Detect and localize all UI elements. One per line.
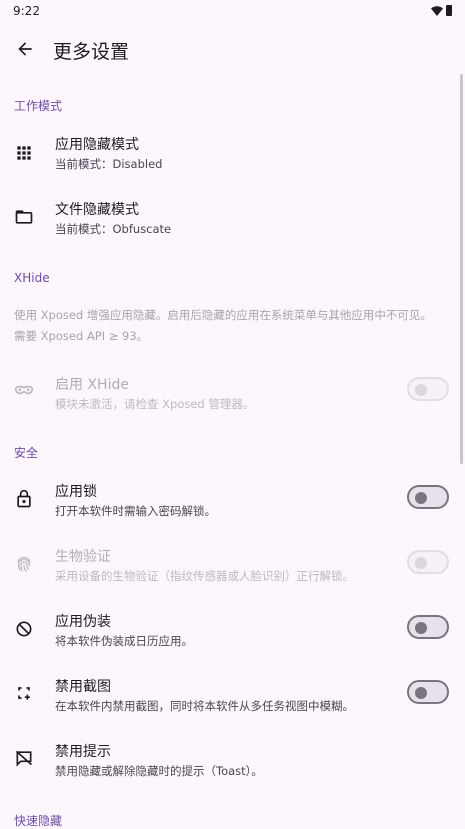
setting-title: 启用 XHide [55, 377, 129, 393]
switch-thumb [415, 622, 427, 634]
section-header-quick-hide: 快速隐藏 [14, 814, 63, 828]
folder-icon [14, 207, 34, 227]
setting-enable-xhide[interactable]: 启用 XHide 模块未激活，请检查 Xposed 管理器。 [0, 362, 465, 422]
visibility-off-icon [14, 619, 34, 639]
switch-thumb [415, 557, 427, 569]
xhide-description-line2: 需要 Xposed API ≥ 93。 [14, 329, 149, 343]
status-time: 9:22 [13, 4, 40, 18]
lock-icon [14, 489, 34, 509]
setting-title: 文件隐藏模式 [55, 202, 139, 218]
page-title: 更多设置 [53, 41, 130, 63]
section-header-xhide: XHide [14, 271, 50, 285]
mask-icon [14, 381, 34, 401]
xhide-description-line1: 使用 Xposed 增强应用隐藏。启用后隐藏的应用在系统菜单与其他应用中不可见。 [14, 308, 432, 322]
screenshot-icon [14, 683, 34, 703]
setting-biometric[interactable]: 生物验证 采用设备的生物验证（指纹传感器或人脸识别）正行解锁。 [0, 534, 465, 594]
switch-thumb [415, 384, 427, 396]
fingerprint-icon [14, 554, 34, 574]
enable-xhide-switch[interactable] [407, 377, 449, 401]
app-bar: 更多设置 [0, 24, 465, 76]
setting-title: 应用伪装 [55, 614, 111, 630]
setting-disable-screenshot[interactable]: 禁用截图 在本软件内禁用截图，同时将本软件从多任务视图中模糊。 [0, 664, 465, 724]
setting-subtitle: 当前模式：Disabled [55, 157, 163, 171]
setting-subtitle: 打开本软件时需输入密码解锁。 [55, 504, 216, 518]
section-header-work-mode: 工作模式 [14, 99, 63, 113]
setting-subtitle: 在本软件内禁用截图，同时将本软件从多任务视图中模糊。 [55, 699, 354, 713]
comment-off-icon [14, 748, 34, 768]
setting-app-hide-mode[interactable]: 应用隐藏模式 当前模式：Disabled [0, 122, 465, 182]
status-bar: 9:22 [0, 0, 465, 24]
grid-icon [14, 143, 34, 163]
setting-subtitle: 禁用隐藏或解除隐藏时的提示（Toast）。 [55, 764, 263, 778]
setting-subtitle: 模块未激活，请检查 Xposed 管理器。 [55, 397, 255, 411]
arrow-back-icon [18, 42, 32, 56]
app-lock-switch[interactable] [407, 485, 449, 509]
setting-title: 禁用提示 [55, 744, 111, 760]
setting-app-lock[interactable]: 应用锁 打开本软件时需输入密码解锁。 [0, 469, 465, 529]
setting-title: 禁用截图 [55, 679, 111, 695]
section-header-security: 安全 [14, 446, 39, 460]
setting-title: 应用锁 [55, 484, 97, 500]
app-disguise-switch[interactable] [407, 615, 449, 639]
switch-thumb [415, 492, 427, 504]
setting-subtitle: 采用设备的生物验证（指纹传感器或人脸识别）正行解锁。 [55, 569, 354, 583]
setting-title: 生物验证 [55, 549, 111, 565]
biometric-switch[interactable] [407, 550, 449, 574]
setting-title: 应用隐藏模式 [55, 137, 139, 153]
setting-subtitle: 将本软件伪装成日历应用。 [55, 634, 193, 648]
back-button[interactable] [12, 36, 38, 62]
setting-file-hide-mode[interactable]: 文件隐藏模式 当前模式：Obfuscate [0, 187, 465, 247]
disable-screenshot-switch[interactable] [407, 680, 449, 704]
switch-thumb [415, 687, 427, 699]
battery-icon [446, 5, 452, 16]
wifi-icon [431, 6, 443, 16]
setting-subtitle: 当前模式：Obfuscate [55, 222, 172, 236]
setting-app-disguise[interactable]: 应用伪装 将本软件伪装成日历应用。 [0, 599, 465, 659]
setting-disable-toast[interactable]: 禁用提示 禁用隐藏或解除隐藏时的提示（Toast）。 [0, 729, 465, 789]
